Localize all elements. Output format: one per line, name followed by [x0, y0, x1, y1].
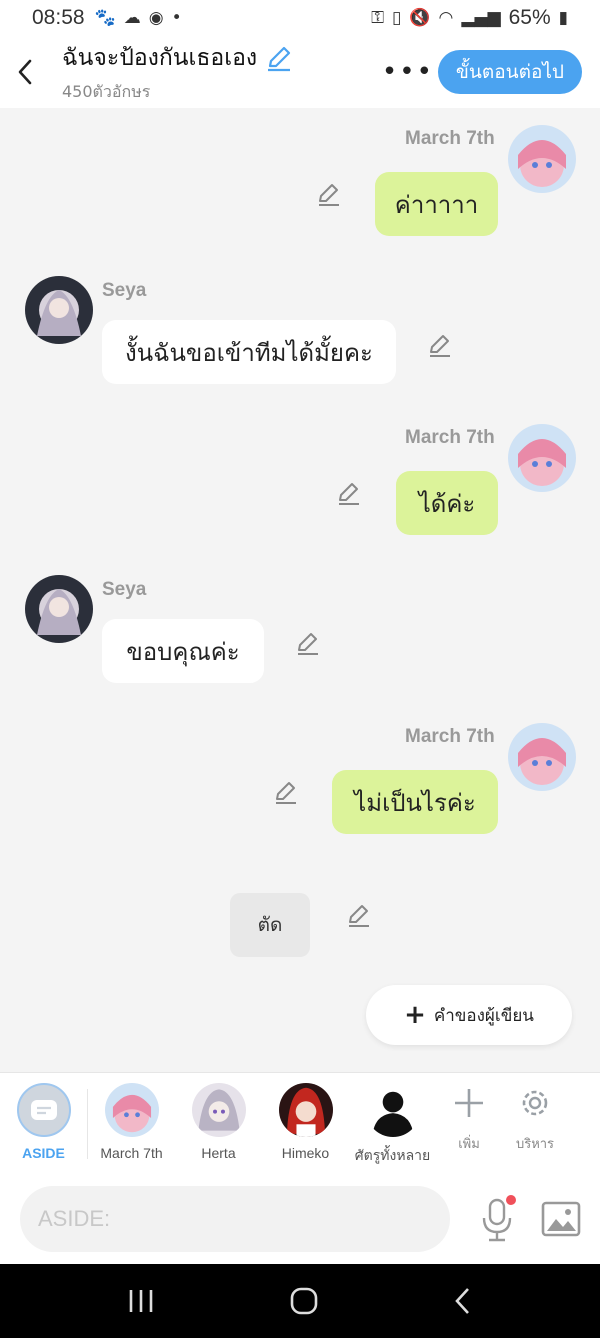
message-input[interactable] [20, 1186, 450, 1252]
aside-avatar [16, 1083, 71, 1137]
author-note-button[interactable]: + คำของผู้เขียน [366, 985, 572, 1045]
sender-name: March 7th [405, 128, 495, 149]
battery-icon: ▮ [558, 8, 568, 28]
sender-name: Seya [102, 579, 147, 600]
manage-button[interactable]: บริหาร [502, 1073, 568, 1154]
status-right-icons: ⚿ ▯ 🔇 ◠ ▂▄▆ 65% ▮ [371, 6, 568, 30]
edit-message-icon[interactable] [316, 181, 342, 207]
edit-message-icon[interactable] [273, 779, 299, 805]
message-bubble[interactable]: ค่าาาาา [375, 172, 498, 236]
character-label: Himeko [281, 1145, 330, 1161]
avatar-seya[interactable] [25, 575, 93, 643]
message-bubble[interactable]: ขอบคุณค่ะ [102, 619, 264, 683]
next-step-button[interactable]: ขั้นตอนต่อไป [437, 50, 582, 94]
edit-message-icon[interactable] [427, 332, 453, 358]
add-label: เพิ่ม [458, 1137, 480, 1152]
mic-button[interactable] [476, 1194, 520, 1244]
chat-area[interactable]: March 7th ค่าาาาา Seya งั้นฉันขอเข้าทีมไ… [0, 108, 600, 1072]
cut-block[interactable]: ตัด [230, 893, 310, 957]
avatar-march7th[interactable] [508, 424, 576, 492]
char-count: 450ตัวอักษร [62, 81, 151, 101]
avatar-march7th [104, 1083, 159, 1137]
message-seya-1: Seya งั้นฉันขอเข้าทีมได้มั้ยคะ [0, 268, 600, 398]
message-march7th-3: March 7th ไม่เป็นไรค่ะ [0, 708, 600, 848]
header: ฉันจะป้องกันเธอเอง 450ตัวอักษร ••• ขั้นต… [0, 36, 600, 108]
edit-cut-icon[interactable] [346, 902, 372, 928]
edit-title-icon[interactable] [265, 44, 293, 72]
microphone-icon [482, 1195, 516, 1242]
character-label: ศัตรูทั้งหลาย [354, 1147, 431, 1163]
avatar-himeko [278, 1083, 333, 1137]
status-time: 08:58 [32, 6, 85, 29]
dot-icon: • [171, 8, 182, 28]
battery-saver-icon: ▯ [392, 8, 402, 28]
back-nav-icon[interactable] [452, 1286, 474, 1316]
avatar-march7th[interactable] [508, 723, 576, 791]
character-label: March 7th [100, 1145, 163, 1161]
sender-name: March 7th [405, 427, 495, 448]
gear-icon [513, 1081, 557, 1125]
message-march7th-1: March 7th ค่าาาาา [0, 108, 600, 248]
system-nav-bar [0, 1264, 600, 1338]
character-enemies[interactable]: ศัตรูทั้งหลาย [349, 1073, 436, 1167]
recent-apps-icon[interactable] [126, 1287, 156, 1315]
author-note-label: คำของผู้เขียน [433, 1005, 534, 1026]
page-title: ฉันจะป้องกันเธอเอง [62, 44, 258, 71]
more-icon: ••• [381, 57, 434, 87]
edit-message-icon[interactable] [336, 480, 362, 506]
character-label: ASIDE [22, 1145, 65, 1161]
plus-icon: + [404, 1000, 426, 1030]
home-icon[interactable] [289, 1286, 319, 1316]
sender-name: March 7th [405, 726, 495, 747]
avatar-silhouette [365, 1083, 420, 1137]
battery-level: 65% [508, 6, 551, 29]
title-area: ฉันจะป้องกันเธอเอง 450ตัวอักษร [50, 40, 378, 105]
add-character-button[interactable]: เพิ่ม [436, 1073, 502, 1154]
image-button[interactable] [540, 1198, 582, 1240]
signal-icon: ▂▄▆ [461, 8, 501, 28]
character-aside[interactable]: ASIDE [0, 1073, 87, 1161]
note-icon [30, 1100, 57, 1120]
status-bar: 08:58 🐾 ☁ ◉ • ⚿ ▯ 🔇 ◠ ▂▄▆ 65% ▮ [0, 0, 600, 36]
wifi-icon: ◠ [438, 8, 454, 28]
back-button[interactable] [0, 42, 50, 102]
character-herta[interactable]: Herta [175, 1073, 262, 1161]
character-label: Herta [201, 1145, 236, 1161]
avatar-march7th[interactable] [508, 125, 576, 193]
more-options-button[interactable]: ••• [378, 57, 438, 87]
character-bar: ASIDE March 7th Herta Himeko ศัตรูทั้งหล… [0, 1072, 600, 1174]
avatar-seya[interactable] [25, 276, 93, 344]
message-bubble[interactable]: ไม่เป็นไรค่ะ [332, 770, 498, 834]
message-bubble[interactable]: ได้ค่ะ [396, 471, 498, 535]
paw-icon: 🐾 [94, 8, 116, 28]
manage-label: บริหาร [515, 1137, 555, 1152]
cloud-icon: ☁ [123, 8, 141, 28]
image-icon [541, 1201, 581, 1237]
plus-icon [447, 1081, 491, 1125]
edit-message-icon[interactable] [295, 630, 321, 656]
message-seya-2: Seya ขอบคุณค่ะ [0, 568, 600, 698]
message-march7th-2: March 7th ได้ค่ะ [0, 408, 600, 548]
key-icon: ⚿ [371, 8, 384, 28]
mute-icon: 🔇 [409, 8, 431, 28]
message-bubble[interactable]: งั้นฉันขอเข้าทีมได้มั้ยคะ [102, 320, 396, 384]
character-himeko[interactable]: Himeko [262, 1073, 349, 1161]
app-icon: ◉ [148, 8, 164, 28]
avatar-herta [191, 1083, 246, 1137]
status-left-icons: 🐾 ☁ ◉ • [95, 8, 182, 28]
input-bar [0, 1174, 600, 1264]
character-march7th[interactable]: March 7th [88, 1073, 175, 1161]
sender-name: Seya [102, 280, 147, 301]
chevron-left-icon [18, 59, 32, 85]
